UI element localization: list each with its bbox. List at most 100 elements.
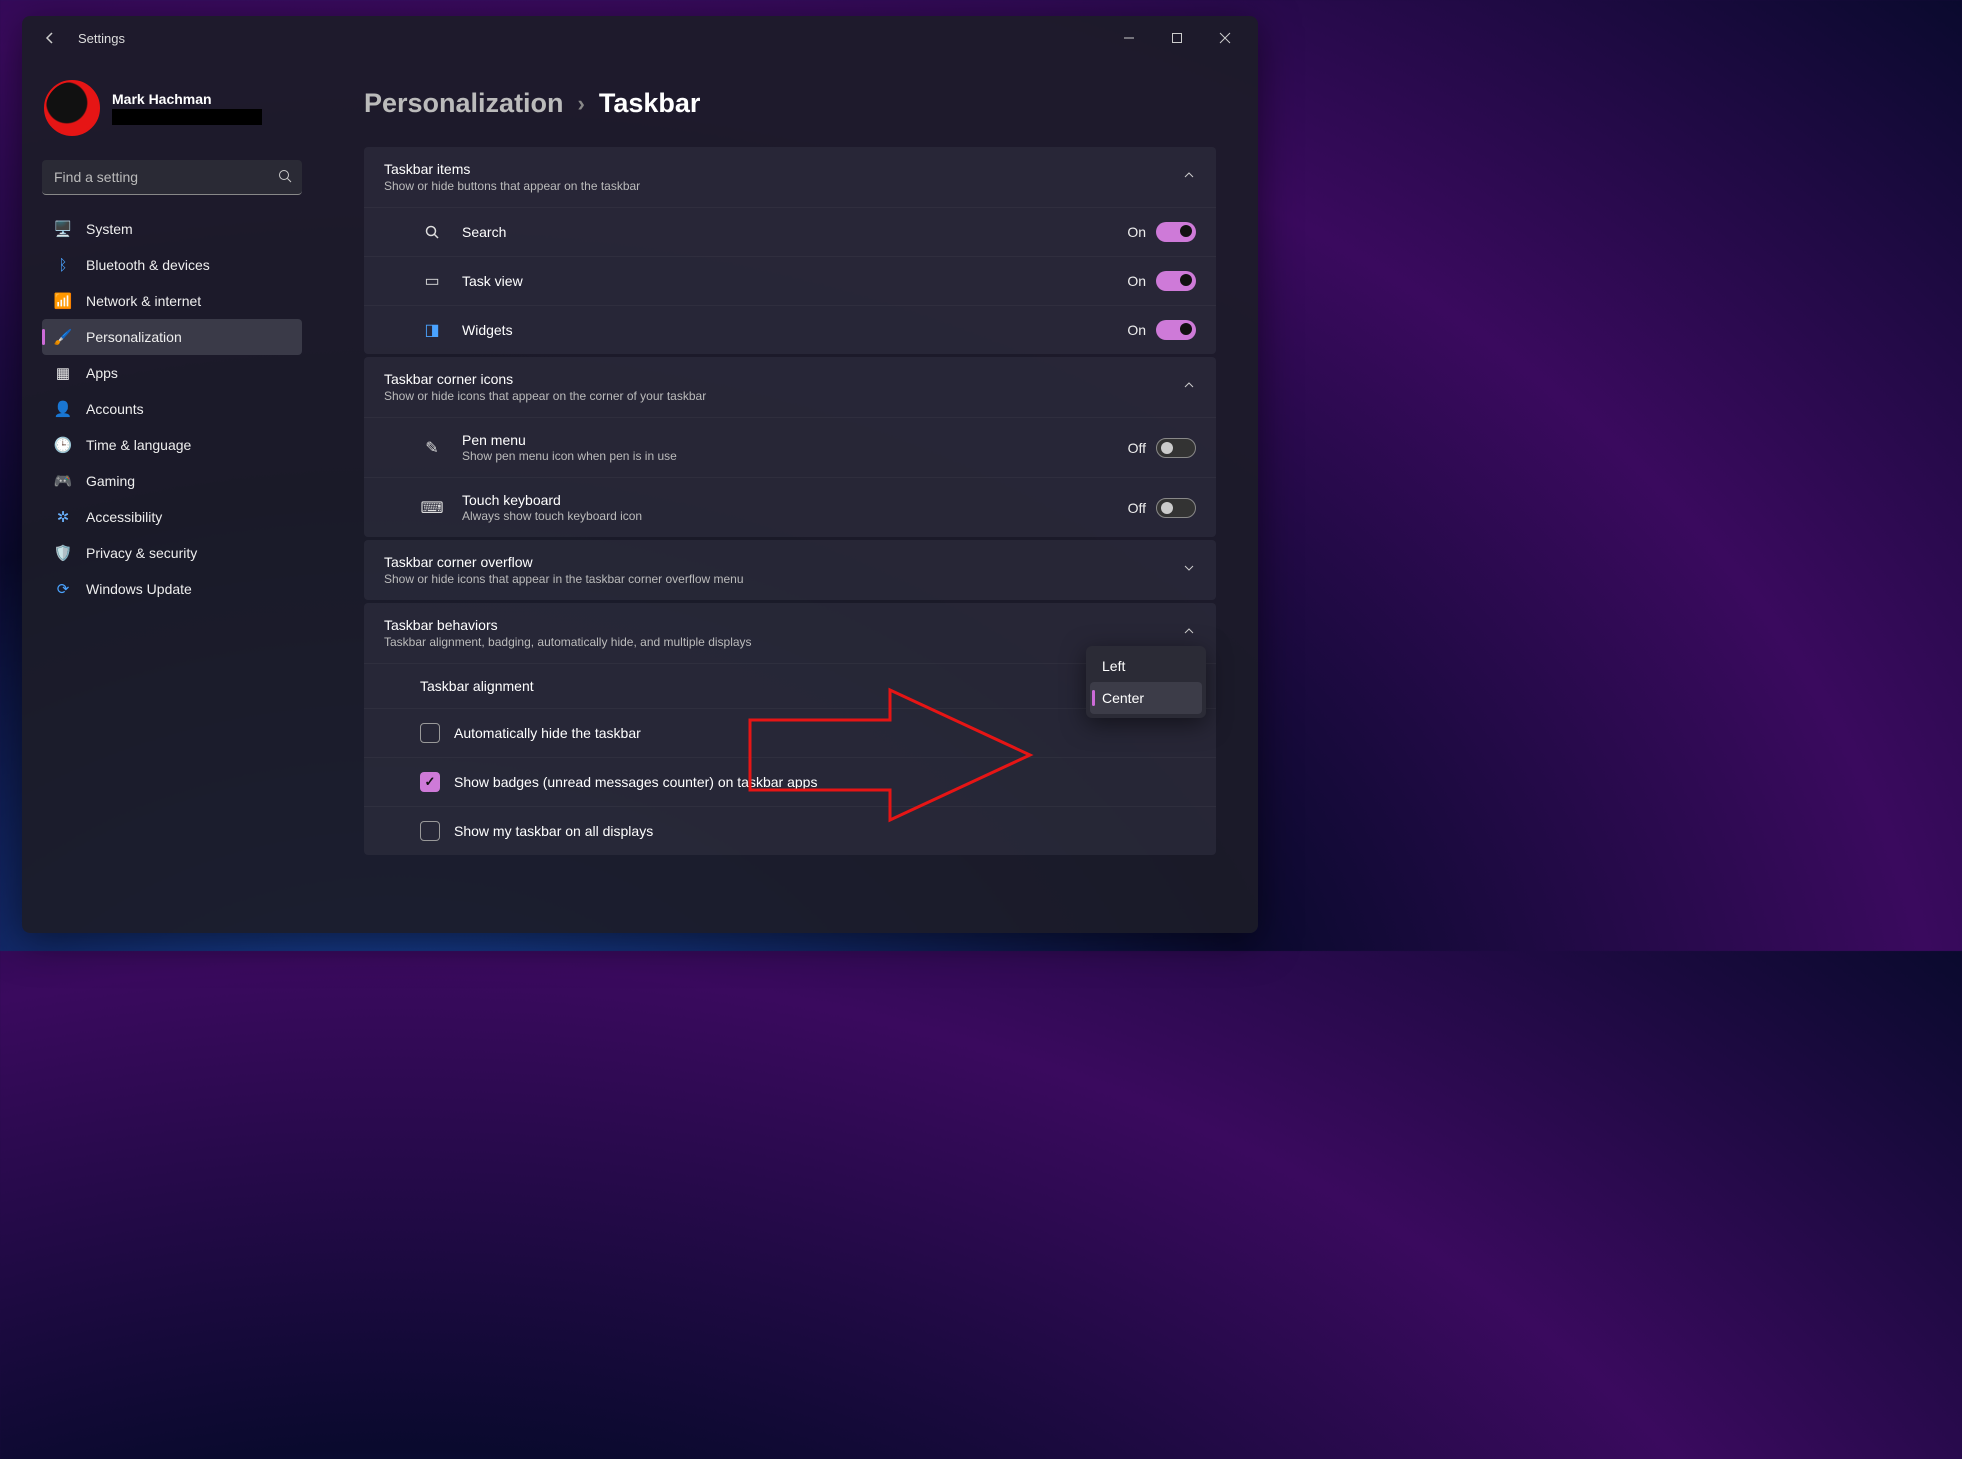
checkbox[interactable] bbox=[420, 772, 440, 792]
section-title: Taskbar corner icons bbox=[384, 371, 706, 387]
nav-label: Privacy & security bbox=[86, 545, 197, 561]
arrow-left-icon bbox=[42, 30, 58, 46]
chevron-up-icon bbox=[1182, 624, 1196, 643]
section-behaviors: Taskbar behaviors Taskbar alignment, bad… bbox=[364, 603, 1216, 855]
breadcrumb-parent[interactable]: Personalization bbox=[364, 88, 564, 119]
chevron-up-icon bbox=[1182, 168, 1196, 187]
avatar bbox=[44, 80, 100, 136]
nav-label: Gaming bbox=[86, 473, 135, 489]
nav-personalization[interactable]: 🖌️ Personalization bbox=[42, 319, 302, 355]
search-input[interactable] bbox=[42, 160, 302, 195]
keyboard-icon: ⌨ bbox=[420, 498, 444, 518]
nav-gaming[interactable]: 🎮 Gaming bbox=[42, 463, 302, 499]
nav-label: Personalization bbox=[86, 329, 182, 345]
section-sub: Show or hide icons that appear in the ta… bbox=[384, 572, 744, 586]
chevron-up-icon bbox=[1182, 378, 1196, 397]
nav-bluetooth[interactable]: ᛒ Bluetooth & devices bbox=[42, 247, 302, 283]
row-task-view[interactable]: ▭ Task view On bbox=[364, 256, 1216, 305]
profile-email-redacted bbox=[112, 109, 262, 125]
row-show-badges[interactable]: Show badges (unread messages counter) on… bbox=[364, 757, 1216, 806]
toggle-state: Off bbox=[1128, 500, 1146, 516]
row-label: Taskbar alignment bbox=[420, 678, 534, 694]
section-header[interactable]: Taskbar corner overflow Show or hide ico… bbox=[364, 540, 1216, 600]
sidebar: Mark Hachman 🖥️ System ᛒ Bluetooth & devic… bbox=[22, 60, 322, 933]
checkbox[interactable] bbox=[420, 723, 440, 743]
row-search[interactable]: Search On bbox=[364, 207, 1216, 256]
gamepad-icon: 🎮 bbox=[54, 472, 72, 490]
nav-privacy[interactable]: 🛡️Privacy & security bbox=[42, 535, 302, 571]
toggle-state: On bbox=[1127, 273, 1146, 289]
toggle-state: On bbox=[1127, 322, 1146, 338]
row-taskbar-alignment[interactable]: Taskbar alignment Left Center bbox=[364, 663, 1216, 708]
nav-label: Accounts bbox=[86, 401, 144, 417]
section-sub: Taskbar alignment, badging, automaticall… bbox=[384, 635, 752, 649]
section-taskbar-items: Taskbar items Show or hide buttons that … bbox=[364, 147, 1216, 354]
dropdown-option-left[interactable]: Left bbox=[1090, 650, 1202, 682]
nav-apps[interactable]: ▦Apps bbox=[42, 355, 302, 391]
section-sub: Show or hide buttons that appear on the … bbox=[384, 179, 640, 193]
bluetooth-icon: ᛒ bbox=[54, 256, 72, 274]
section-title: Taskbar behaviors bbox=[384, 617, 752, 633]
search-box[interactable] bbox=[42, 160, 302, 195]
toggle-switch[interactable] bbox=[1156, 498, 1196, 518]
row-widgets[interactable]: ◨ Widgets On bbox=[364, 305, 1216, 354]
section-title: Taskbar corner overflow bbox=[384, 554, 744, 570]
brush-icon: 🖌️ bbox=[54, 328, 72, 346]
nav-label: Accessibility bbox=[86, 509, 162, 525]
main-content: Personalization › Taskbar Taskbar items … bbox=[322, 60, 1258, 933]
pen-icon: ✎ bbox=[420, 438, 444, 458]
row-label: Show badges (unread messages counter) on… bbox=[454, 774, 817, 790]
chevron-right-icon: › bbox=[578, 91, 585, 117]
nav-network[interactable]: 📶Network & internet bbox=[42, 283, 302, 319]
row-sub: Always show touch keyboard icon bbox=[462, 509, 642, 523]
nav-accessibility[interactable]: ✲Accessibility bbox=[42, 499, 302, 535]
row-label: Touch keyboard bbox=[462, 492, 642, 508]
close-icon bbox=[1219, 32, 1231, 44]
settings-window: Settings Mark Hachman 🖥️Sys bbox=[22, 16, 1258, 933]
toggle-switch[interactable] bbox=[1156, 222, 1196, 242]
section-header[interactable]: Taskbar corner icons Show or hide icons … bbox=[364, 357, 1216, 417]
profile-name: Mark Hachman bbox=[112, 91, 262, 107]
checkbox[interactable] bbox=[420, 821, 440, 841]
row-sub: Show pen menu icon when pen is in use bbox=[462, 449, 677, 463]
nav-label: Time & language bbox=[86, 437, 191, 453]
row-show-all-displays[interactable]: Show my taskbar on all displays bbox=[364, 806, 1216, 855]
toggle-switch[interactable] bbox=[1156, 271, 1196, 291]
nav-accounts[interactable]: 👤 Accounts bbox=[42, 391, 302, 427]
row-pen-menu[interactable]: ✎ Pen menu Show pen menu icon when pen i… bbox=[364, 417, 1216, 477]
row-label: Widgets bbox=[462, 322, 513, 338]
window-title: Settings bbox=[78, 31, 125, 46]
search-icon bbox=[278, 169, 292, 188]
toggle-switch[interactable] bbox=[1156, 438, 1196, 458]
nav-time-language[interactable]: 🕒 Time & language bbox=[42, 427, 302, 463]
toggle-switch[interactable] bbox=[1156, 320, 1196, 340]
nav-label: Bluetooth & devices bbox=[86, 257, 210, 273]
display-icon: 🖥️ bbox=[54, 220, 72, 238]
section-sub: Show or hide icons that appear on the co… bbox=[384, 389, 706, 403]
row-label: Automatically hide the taskbar bbox=[454, 725, 641, 741]
clock-globe-icon: 🕒 bbox=[54, 436, 72, 454]
row-label: Show my taskbar on all displays bbox=[454, 823, 653, 839]
nav-system[interactable]: 🖥️ System bbox=[42, 211, 302, 247]
row-label: Search bbox=[462, 224, 506, 240]
section-title: Taskbar items bbox=[384, 161, 640, 177]
minimize-button[interactable] bbox=[1106, 22, 1152, 54]
close-button[interactable] bbox=[1202, 22, 1248, 54]
dropdown-option-center[interactable]: Center bbox=[1090, 682, 1202, 714]
section-corner-icons: Taskbar corner icons Show or hide icons … bbox=[364, 357, 1216, 537]
row-label: Task view bbox=[462, 273, 523, 289]
person-icon: 👤 bbox=[54, 400, 72, 418]
nav-label: System bbox=[86, 221, 133, 237]
profile-block[interactable]: Mark Hachman bbox=[42, 60, 302, 152]
task-view-icon: ▭ bbox=[420, 271, 444, 291]
section-header[interactable]: Taskbar items Show or hide buttons that … bbox=[364, 147, 1216, 207]
maximize-button[interactable] bbox=[1154, 22, 1200, 54]
maximize-icon bbox=[1171, 32, 1183, 44]
nav-windows-update[interactable]: ⟳Windows Update bbox=[42, 571, 302, 607]
toggle-state: Off bbox=[1128, 440, 1146, 456]
window-controls bbox=[1106, 22, 1248, 54]
row-label: Pen menu bbox=[462, 432, 677, 448]
wifi-icon: 📶 bbox=[54, 292, 72, 310]
back-button[interactable] bbox=[32, 20, 68, 56]
row-touch-keyboard[interactable]: ⌨ Touch keyboard Always show touch keybo… bbox=[364, 477, 1216, 537]
